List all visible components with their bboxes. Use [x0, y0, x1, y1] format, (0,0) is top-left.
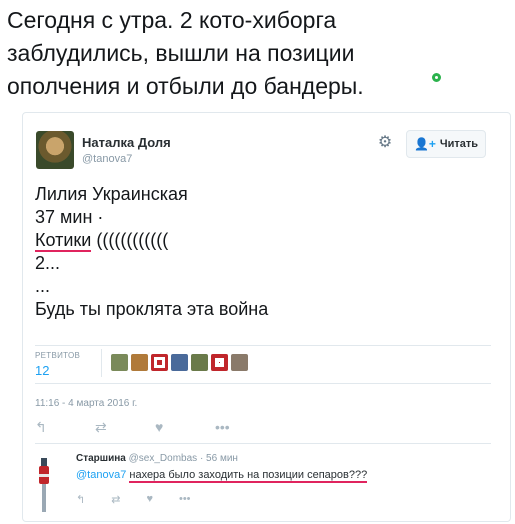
- tweet-line-2: 37 мин ·: [35, 207, 104, 227]
- tweet-line-6: Будь ты проклята эта война: [35, 299, 269, 319]
- retweeter-avatar[interactable]: [151, 354, 168, 371]
- reply-actions: ↰ ⇄ ♥ •••: [76, 493, 191, 506]
- gear-icon[interactable]: ⚙: [376, 134, 394, 152]
- tweet-highlighted-word: Котики: [35, 230, 92, 252]
- tweet-line-3: Котики ((((((((((((: [35, 229, 268, 252]
- more-icon[interactable]: •••: [179, 493, 191, 506]
- reply-text: нахера было заходить на позиции сепаров?…: [129, 469, 368, 483]
- reply-author-name[interactable]: Старшина: [76, 453, 126, 464]
- like-icon[interactable]: ♥: [155, 419, 179, 436]
- tweet-actions: ↰ ⇄ ♥ •••: [35, 419, 239, 436]
- reply-icon[interactable]: ↰: [76, 493, 85, 506]
- like-icon[interactable]: ♥: [146, 493, 153, 506]
- retweets-label: РЕТВИТОВ: [35, 351, 81, 360]
- reply-icon[interactable]: ↰: [35, 419, 59, 436]
- reply-mention[interactable]: @tanova7: [76, 469, 126, 481]
- follow-button-label: Читать: [439, 138, 479, 150]
- follow-button[interactable]: 👤+ Читать: [406, 130, 486, 158]
- reply-author-meta[interactable]: @sex_Dombas · 56 мин: [129, 453, 238, 464]
- retweet-icon[interactable]: ⇄: [95, 419, 119, 436]
- divider: [35, 383, 491, 384]
- tweet-body: Лилия Украинская 37 мин · Котики (((((((…: [35, 183, 268, 321]
- more-icon[interactable]: •••: [215, 419, 239, 436]
- reply-body: @tanova7 нахера было заходить на позиции…: [76, 469, 368, 483]
- author-handle[interactable]: @tanova7: [82, 153, 132, 165]
- headline-line-2: заблудились, вышли на позиции: [7, 40, 355, 66]
- headline-line-3: ополчения и отбыли до бандеры.: [7, 73, 364, 99]
- reply-author: Старшина @sex_Dombas · 56 мин: [76, 453, 238, 464]
- retweeter-avatars: [111, 354, 248, 371]
- tweet-line-3-rest: ((((((((((((: [91, 230, 169, 250]
- retweeter-avatar[interactable]: [191, 354, 208, 371]
- author-name[interactable]: Наталка Доля: [82, 135, 171, 150]
- retweet-icon[interactable]: ⇄: [111, 493, 120, 506]
- retweets-count[interactable]: 12: [35, 363, 49, 378]
- retweeter-avatar[interactable]: [231, 354, 248, 371]
- tweet-timestamp[interactable]: 11:16 - 4 марта 2016 г.: [35, 398, 137, 409]
- add-user-icon: 👤+: [413, 137, 436, 151]
- retweeter-avatar[interactable]: [131, 354, 148, 371]
- reply-author-avatar[interactable]: [35, 458, 53, 516]
- embedded-tweet-card[interactable]: Наталка Доля @tanova7 ⚙ 👤+ Читать Лилия …: [22, 112, 511, 522]
- author-avatar[interactable]: [36, 131, 74, 169]
- retweeter-avatar[interactable]: [211, 354, 228, 371]
- tweet-line-5: ...: [35, 276, 51, 296]
- divider: [35, 443, 491, 444]
- tweet-line-4: 2...: [35, 253, 61, 273]
- divider: [35, 345, 491, 346]
- retweeter-avatar[interactable]: [171, 354, 188, 371]
- headline-text: Сегодня с утра. 2 кото-хиборга заблудили…: [7, 4, 477, 103]
- tweet-line-1: Лилия Украинская: [35, 184, 188, 204]
- headline-line-1: Сегодня с утра. 2 кото-хиборга: [7, 7, 337, 33]
- retweeter-avatar[interactable]: [111, 354, 128, 371]
- divider: [101, 349, 102, 377]
- online-status-icon: [432, 73, 441, 82]
